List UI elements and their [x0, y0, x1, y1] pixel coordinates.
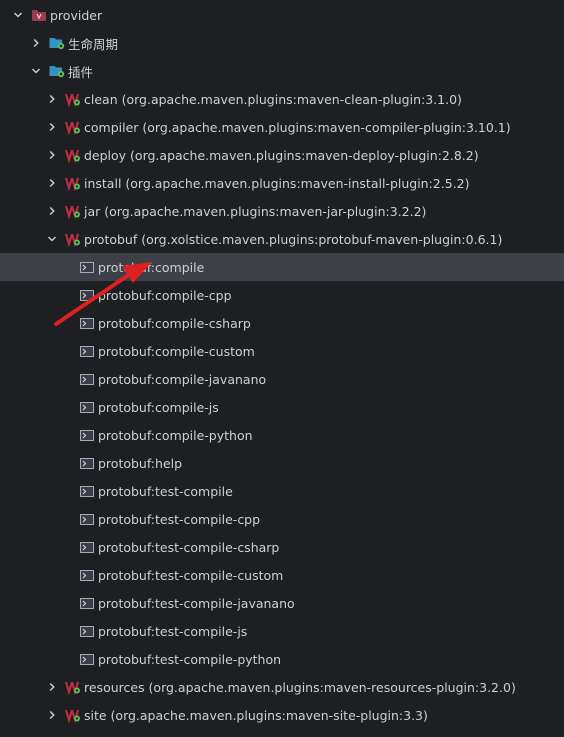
chevron-right-icon[interactable] [45, 680, 59, 694]
tree-node-goal-compile-python[interactable]: protobuf:compile-python [0, 421, 564, 449]
tree-node-plugin-jar[interactable]: jar (org.apache.maven.plugins:maven-jar-… [0, 197, 564, 225]
chevron-right-icon[interactable] [45, 708, 59, 722]
tree-node-goal-test-compile-csharp[interactable]: protobuf:test-compile-csharp [0, 533, 564, 561]
tree-node-label: protobuf:compile [98, 259, 205, 275]
tree-node-goal-compile-cpp[interactable]: protobuf:compile-cpp [0, 281, 564, 309]
maven-plugin-icon [65, 175, 81, 191]
chevron-right-icon[interactable] [45, 148, 59, 162]
tree-node-label: protobuf:test-compile-csharp [98, 539, 280, 555]
chevron-right-icon[interactable] [45, 120, 59, 134]
folder-gear-icon [49, 35, 65, 51]
tree-node-label: resources (org.apache.maven.plugins:mave… [84, 679, 516, 695]
tree-node-goal-test-compile-js[interactable]: protobuf:test-compile-js [0, 617, 564, 645]
tree-node-plugin-compiler[interactable]: compiler (org.apache.maven.plugins:maven… [0, 113, 564, 141]
chevron-down-icon[interactable] [29, 64, 43, 78]
tree-node-label: protobuf:test-compile-python [98, 651, 282, 667]
goal-icon [80, 289, 94, 301]
goal-icon [80, 345, 94, 357]
tree-node-label: protobuf:test-compile-js [98, 623, 248, 639]
maven-plugin-icon [65, 91, 81, 107]
goal-icon [80, 625, 94, 637]
tree-node-goal-compile-js[interactable]: protobuf:compile-js [0, 393, 564, 421]
tree-node-label: protobuf:compile-csharp [98, 315, 251, 331]
tree-node-goal-test-compile-custom[interactable]: protobuf:test-compile-custom [0, 561, 564, 589]
tree-node-plugin-site[interactable]: site (org.apache.maven.plugins:maven-sit… [0, 701, 564, 729]
maven-plugin-icon [65, 679, 81, 695]
goal-icon [80, 541, 94, 553]
tree-node-label: install (org.apache.maven.plugins:maven-… [84, 175, 470, 191]
tree-node-goal-compile-custom[interactable]: protobuf:compile-custom [0, 337, 564, 365]
tree-node-goal-help[interactable]: protobuf:help [0, 449, 564, 477]
tree-node-label: protobuf:compile-js [98, 399, 219, 415]
maven-project-icon [31, 7, 47, 23]
goal-icon [80, 261, 94, 273]
chevron-down-icon[interactable] [45, 232, 59, 246]
tree-node-label: site (org.apache.maven.plugins:maven-sit… [84, 707, 428, 723]
tree-node-plugin-resources[interactable]: resources (org.apache.maven.plugins:mave… [0, 673, 564, 701]
tree-node-label: protobuf:test-compile-custom [98, 567, 284, 583]
tree-node-label: protobuf:compile-custom [98, 343, 255, 359]
goal-icon [80, 569, 94, 581]
tree-node-goal-compile-javanano[interactable]: protobuf:compile-javanano [0, 365, 564, 393]
tree-node-plugin-deploy[interactable]: deploy (org.apache.maven.plugins:maven-d… [0, 141, 564, 169]
maven-plugin-icon [65, 203, 81, 219]
tree-node-label: protobuf:compile-cpp [98, 287, 232, 303]
goal-icon [80, 653, 94, 665]
tree-node-label: protobuf:test-compile-javanano [98, 595, 295, 611]
tree-node-label: 生命周期 [68, 36, 119, 52]
tree-node-plugin-protobuf[interactable]: protobuf (org.xolstice.maven.plugins:pro… [0, 225, 564, 253]
tree-node-label: protobuf:test-compile-cpp [98, 511, 261, 527]
goal-icon [80, 597, 94, 609]
goal-icon [80, 401, 94, 413]
tree-node-label: protobuf (org.xolstice.maven.plugins:pro… [84, 231, 503, 247]
goal-icon [80, 429, 94, 441]
tree-node-goal-test-compile-javanano[interactable]: protobuf:test-compile-javanano [0, 589, 564, 617]
tree-node-label: protobuf:help [98, 455, 183, 471]
tree-node-provider[interactable]: provider [0, 1, 564, 29]
tree-node-goal-test-compile[interactable]: protobuf:test-compile [0, 477, 564, 505]
maven-plugin-icon [65, 707, 81, 723]
tree-node-goal-compile-csharp[interactable]: protobuf:compile-csharp [0, 309, 564, 337]
goal-icon [80, 373, 94, 385]
goal-icon [80, 317, 94, 329]
tree-node-label: deploy (org.apache.maven.plugins:maven-d… [84, 147, 479, 163]
tree-node-label: 插件 [68, 64, 94, 80]
tree-node-label: protobuf:compile-python [98, 427, 253, 443]
maven-plugin-icon [65, 147, 81, 163]
tree-node-plugins[interactable]: 插件 [0, 57, 564, 85]
tree-node-goal-test-compile-cpp[interactable]: protobuf:test-compile-cpp [0, 505, 564, 533]
goal-icon [80, 513, 94, 525]
tree-node-label: protobuf:test-compile [98, 483, 233, 499]
tree-node-plugin-clean[interactable]: clean (org.apache.maven.plugins:maven-cl… [0, 85, 564, 113]
chevron-right-icon[interactable] [45, 92, 59, 106]
goal-icon [80, 457, 94, 469]
chevron-right-icon[interactable] [45, 204, 59, 218]
maven-plugin-icon [65, 119, 81, 135]
tree-node-goal-test-compile-python[interactable]: protobuf:test-compile-python [0, 645, 564, 673]
goal-icon [80, 485, 94, 497]
folder-gear-icon [49, 63, 65, 79]
chevron-down-icon[interactable] [11, 8, 25, 22]
chevron-right-icon[interactable] [29, 36, 43, 50]
tree-node-goal-compile[interactable]: protobuf:compile [0, 253, 564, 281]
tree-node-label: protobuf:compile-javanano [98, 371, 267, 387]
tree-node-label: compiler (org.apache.maven.plugins:maven… [84, 119, 511, 135]
tree-node-lifecycle[interactable]: 生命周期 [0, 29, 564, 57]
chevron-right-icon[interactable] [45, 176, 59, 190]
tree-node-label: clean (org.apache.maven.plugins:maven-cl… [84, 91, 462, 107]
tree-node-plugin-install[interactable]: install (org.apache.maven.plugins:maven-… [0, 169, 564, 197]
tree-node-label: provider [50, 7, 103, 23]
maven-plugin-icon [65, 231, 81, 247]
tree-node-label: jar (org.apache.maven.plugins:maven-jar-… [84, 203, 427, 219]
